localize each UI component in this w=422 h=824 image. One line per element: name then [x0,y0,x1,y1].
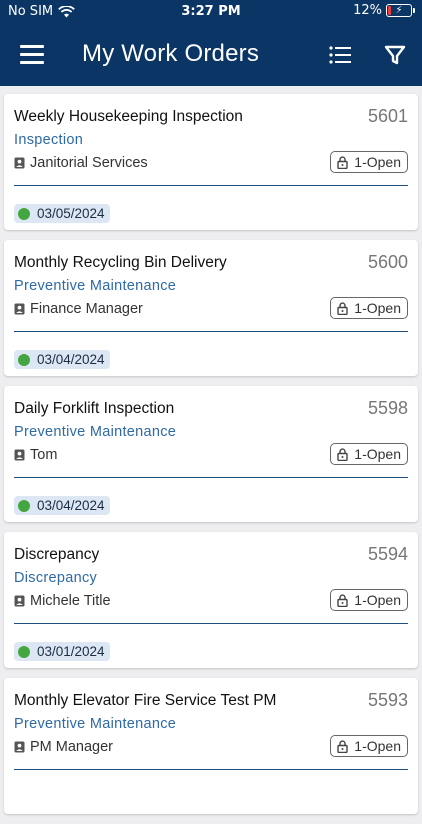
work-order-title: Monthly Elevator Fire Service Test PM [14,692,277,709]
status-badge: 1-Open [330,297,408,319]
work-order-list: Weekly Housekeeping Inspection 5601 Insp… [4,94,418,824]
work-order-id: 5600 [367,252,408,272]
due-date: 03/04/2024 [37,352,105,367]
lock-icon [337,155,348,169]
filter-icon [384,45,406,65]
lock-icon [337,739,348,753]
assignee-badge-icon [14,157,25,169]
status-badge: 1-Open [330,735,408,757]
status-dot-icon [18,207,30,220]
work-order-type: Preventive Maintenance [14,716,177,732]
due-date: 03/05/2024 [37,206,105,221]
lock-icon [337,301,348,315]
battery-percent: 12% [353,3,382,18]
status-dot-icon [18,353,30,366]
work-order-assignee: PM Manager [14,739,113,755]
assignee-name: Janitorial Services [30,155,148,171]
due-date: 03/01/2024 [37,644,105,659]
battery-indicator: 12% ⚡ [353,3,415,18]
status-badge: 1-Open [330,589,408,611]
assignee-name: Tom [30,447,58,463]
card-divider [14,623,408,624]
work-order-card[interactable]: Monthly Elevator Fire Service Test PM 55… [4,678,418,814]
lock-icon [337,447,348,461]
card-divider [14,769,408,770]
menu-button[interactable] [20,45,44,65]
lock-icon [337,593,348,607]
assignee-badge-icon [14,303,25,315]
status-badge: 1-Open [330,151,408,173]
work-order-title: Discrepancy [14,546,100,563]
assignee-badge-icon [14,595,25,607]
work-order-id: 5601 [367,106,408,126]
work-order-assignee: Finance Manager [14,301,143,317]
status-bar: No SIM 3:27 PM 12% ⚡ [0,0,422,24]
status-label: 1-Open [354,446,401,462]
status-label: 1-Open [354,300,401,316]
work-order-id: 5594 [367,544,408,564]
work-order-card[interactable]: Monthly Recycling Bin Delivery 5600 Prev… [4,240,418,376]
status-dot-icon [18,645,30,658]
work-order-type: Preventive Maintenance [14,278,177,294]
work-order-title: Monthly Recycling Bin Delivery [14,254,227,271]
app-header: No SIM 3:27 PM 12% ⚡ My Work Orders [0,0,422,86]
work-order-assignee: Michele Title [14,593,111,609]
status-label: 1-Open [354,154,401,170]
list-icon [329,46,351,64]
work-order-title: Daily Forklift Inspection [14,400,175,417]
filter-button[interactable] [384,44,406,66]
card-divider [14,331,408,332]
work-order-id: 5593 [367,690,408,710]
due-date-badge: 03/01/2024 [14,642,110,661]
assignee-name: Finance Manager [30,301,143,317]
battery-icon: ⚡ [386,4,415,17]
work-order-card[interactable]: Daily Forklift Inspection 5598 Preventiv… [4,386,418,522]
due-date-badge: 03/04/2024 [14,350,110,369]
assignee-name: Michele Title [30,593,111,609]
assignee-badge-icon [14,449,25,461]
status-label: 1-Open [354,592,401,608]
work-order-assignee: Tom [14,447,57,463]
status-badge: 1-Open [330,443,408,465]
work-order-assignee: Janitorial Services [14,155,148,171]
battery-fill [388,6,391,15]
hamburger-icon [20,45,44,48]
work-order-card[interactable]: Discrepancy 5594 Discrepancy Michele Tit… [4,532,418,668]
charging-bolt-icon: ⚡ [395,4,403,16]
due-date: 03/04/2024 [37,498,105,513]
work-order-id: 5598 [367,398,408,418]
card-divider [14,477,408,478]
card-divider [14,185,408,186]
assignee-name: PM Manager [30,739,114,755]
due-date-badge: 03/05/2024 [14,204,110,223]
status-label: 1-Open [354,738,401,754]
work-order-card[interactable]: Weekly Housekeeping Inspection 5601 Insp… [4,94,418,230]
work-order-type: Preventive Maintenance [14,424,177,440]
status-dot-icon [18,499,30,512]
list-view-button[interactable] [328,44,352,66]
work-order-title: Weekly Housekeeping Inspection [14,108,243,125]
work-order-type: Discrepancy [14,570,98,586]
page-title: My Work Orders [82,40,260,67]
work-order-type: Inspection [14,132,84,148]
assignee-badge-icon [14,741,25,753]
due-date-badge: 03/04/2024 [14,496,110,515]
